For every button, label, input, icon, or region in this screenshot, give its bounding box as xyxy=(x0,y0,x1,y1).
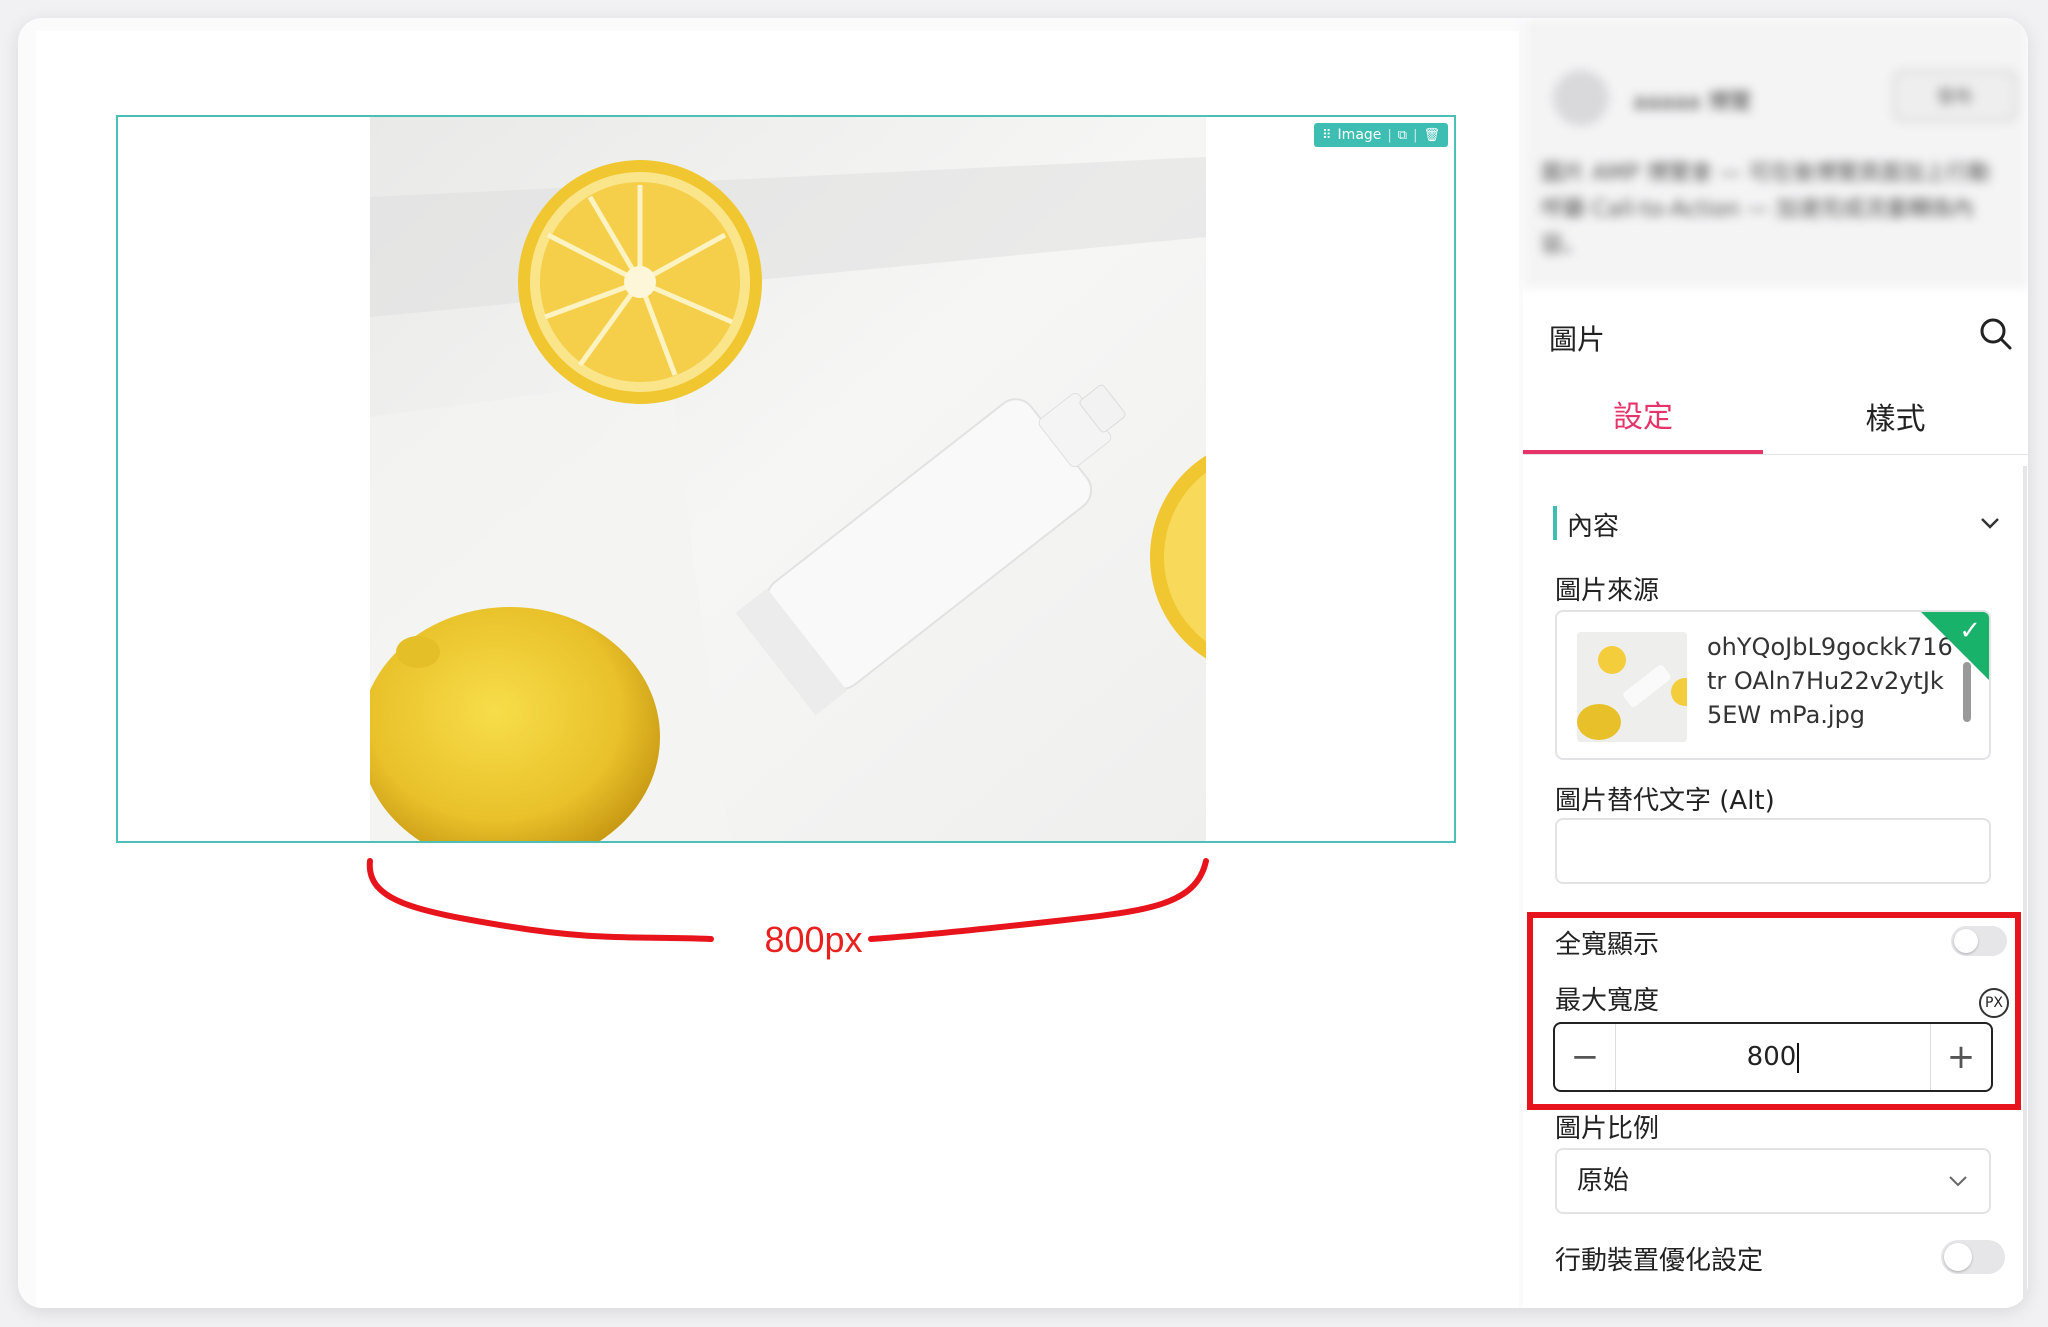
blurred-description: 圖片 AMP 博覽會 — 可在後博覽頁面加上行動呼籲 Call-to-Actio… xyxy=(1541,161,1991,258)
decrement-button[interactable]: − xyxy=(1555,1024,1616,1090)
image-thumbnail xyxy=(1577,632,1687,742)
tab-style[interactable]: 樣式 xyxy=(1763,378,2028,454)
block-toolbar[interactable]: ⠿ Image | ⧉ | 🗑 xyxy=(1314,123,1448,147)
mobile-optimize-toggle[interactable] xyxy=(1941,1240,2005,1274)
image-filename: ohYQoJbL9gockk716tr OAln7Hu22v2ytJk5EW m… xyxy=(1707,633,1953,729)
editor-canvas: ⠿ Image | ⧉ | 🗑 800px xyxy=(36,31,1519,1308)
panel-scrollbar[interactable] xyxy=(2023,466,2027,1308)
drag-handle-icon[interactable]: ⠿ xyxy=(1322,129,1332,142)
image-source-label: 圖片來源 xyxy=(1555,576,1660,606)
max-width-stepper[interactable]: − 800 + xyxy=(1553,1022,1993,1092)
toggle-knob xyxy=(1954,929,1978,953)
text-caret xyxy=(1797,1042,1800,1073)
ratio-label: 圖片比例 xyxy=(1555,1114,1660,1144)
content-section-header[interactable]: 內容 xyxy=(1553,506,2003,542)
max-width-value: 800 xyxy=(1746,1042,1797,1072)
full-width-label: 全寬顯示 xyxy=(1555,930,1660,960)
tab-settings[interactable]: 設定 xyxy=(1523,378,1763,454)
toolbar-divider: | xyxy=(1387,127,1392,143)
lemon-photo-graphic xyxy=(370,117,1206,841)
thumbnail-graphic xyxy=(1577,632,1687,742)
section-accent-bar xyxy=(1553,506,1557,540)
ratio-value: 原始 xyxy=(1577,1166,1630,1196)
blurred-header: aaaaa 博覽 發布 圖片 AMP 博覽會 — 可在後博覽頁面加上行動呼籲 C… xyxy=(1523,18,2028,288)
max-width-label: 最大寬度 xyxy=(1555,986,1660,1016)
max-width-input[interactable]: 800 xyxy=(1615,1024,1931,1090)
chevron-down-icon[interactable] xyxy=(1977,510,2003,536)
ratio-select[interactable]: 原始 xyxy=(1555,1148,1991,1214)
block-toolbar-label: Image xyxy=(1337,127,1382,143)
image-block[interactable]: ⠿ Image | ⧉ | 🗑 xyxy=(116,115,1456,843)
publish-button[interactable]: 發布 xyxy=(1893,70,2017,122)
blurred-name: aaaaa 博覽 xyxy=(1633,90,1752,115)
delete-icon[interactable]: 🗑 xyxy=(1423,129,1440,142)
panel-tabs: 設定 樣式 xyxy=(1523,378,2028,455)
image-source-picker[interactable]: ohYQoJbL9gockk716tr OAln7Hu22v2ytJk5EW m… xyxy=(1555,610,1991,760)
lemon-photo xyxy=(370,117,1206,841)
settings-panel: aaaaa 博覽 發布 圖片 AMP 博覽會 — 可在後博覽頁面加上行動呼籲 C… xyxy=(1523,18,2028,1308)
toggle-knob xyxy=(1944,1243,1972,1271)
search-icon[interactable] xyxy=(1978,316,2014,352)
app-window: ⠿ Image | ⧉ | 🗑 800px aaaaa 博覽 發布 圖片 AMP… xyxy=(18,18,2028,1308)
chevron-down-icon xyxy=(1949,1176,1967,1187)
section-title: 內容 xyxy=(1567,512,1620,542)
annotation-width-label: 800px xyxy=(764,919,863,960)
increment-button[interactable]: + xyxy=(1930,1024,1991,1090)
avatar xyxy=(1553,70,1609,126)
alt-text-label: 圖片替代文字 (Alt) xyxy=(1555,786,1775,816)
unit-selector[interactable]: PX xyxy=(1979,988,2009,1018)
check-icon: ✓ xyxy=(1959,616,1981,646)
mobile-optimize-label: 行動裝置優化設定 xyxy=(1555,1246,1764,1276)
full-width-toggle[interactable] xyxy=(1951,926,2007,956)
duplicate-icon[interactable]: ⧉ xyxy=(1398,129,1407,142)
toolbar-divider: | xyxy=(1413,127,1418,143)
panel-title: 圖片 xyxy=(1549,323,1606,356)
alt-text-input[interactable] xyxy=(1555,818,1991,884)
